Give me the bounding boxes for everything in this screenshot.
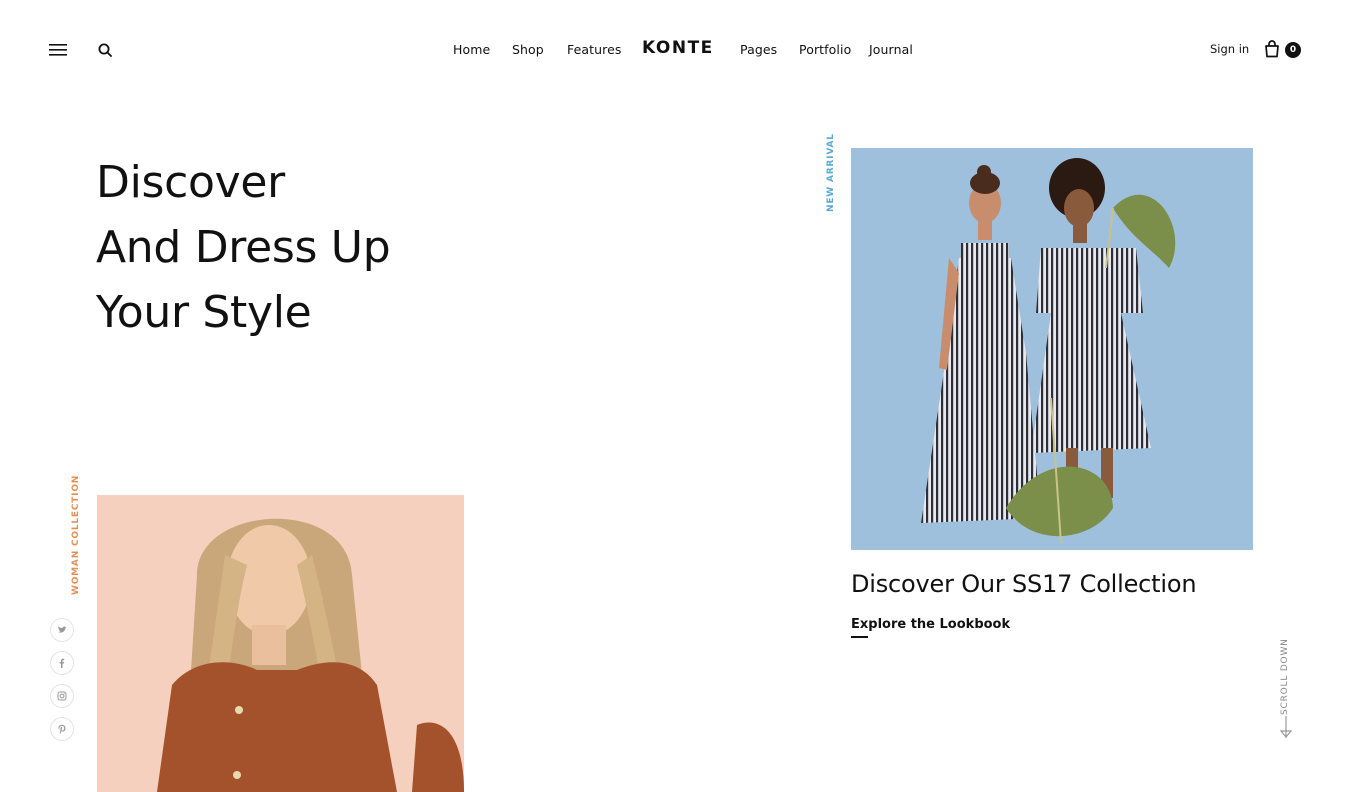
instagram-icon[interactable] [50,684,74,708]
sign-in-link[interactable]: Sign in [1210,42,1249,56]
hero-heading: Discover And Dress Up Your Style [96,150,391,345]
pinterest-icon[interactable] [50,717,74,741]
facebook-icon[interactable] [50,651,74,675]
models-striped-dresses-image [851,148,1253,550]
hero-line-1: Discover [96,157,285,208]
cart-count-badge: 0 [1285,42,1301,58]
nav-item-pages[interactable]: Pages [740,42,777,57]
shopping-bag-icon [1265,40,1279,58]
woman-collection-label: WOMAN COLLECTION [71,474,81,595]
woman-collection-image[interactable] [97,495,464,792]
nav-item-shop[interactable]: Shop [512,42,544,57]
twitter-icon[interactable] [50,618,74,642]
hamburger-menu-icon[interactable] [48,40,68,60]
nav-item-features[interactable]: Features [567,42,622,57]
explore-lookbook-link[interactable]: Explore the Lookbook [851,617,1010,632]
new-arrival-label: NEW ARRIVAL [826,133,836,212]
nav-item-portfolio[interactable]: Portfolio [799,42,851,57]
link-underline [851,636,868,638]
site-logo[interactable]: KONTE [642,38,714,58]
arrow-down-icon[interactable] [1279,716,1293,740]
featured-collection-image[interactable] [851,148,1253,550]
woman-portrait-image [97,495,464,792]
hero-line-2: And Dress Up [96,222,391,273]
featured-collection-title: Discover Our SS17 Collection [851,570,1197,598]
cart-button[interactable]: 0 [1264,40,1304,60]
nav-item-journal[interactable]: Journal [869,42,913,57]
scroll-down-label[interactable]: SCROLL DOWN [1280,638,1290,715]
nav-item-home[interactable]: Home [453,42,490,57]
search-icon[interactable] [95,40,115,60]
hero-line-3: Your Style [96,287,312,338]
site-header: Home Shop Features Pages Portfolio Journ… [0,0,1350,100]
